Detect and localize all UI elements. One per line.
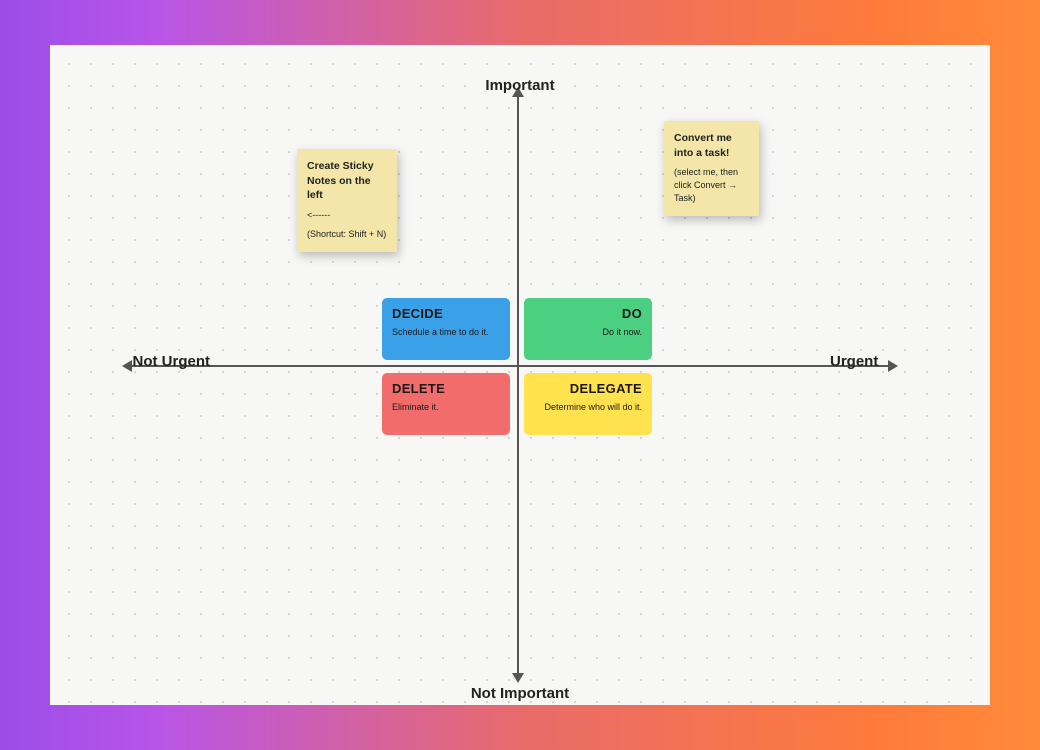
quadrant-subtitle: Determine who will do it. bbox=[534, 402, 642, 412]
quadrant-title: DO bbox=[534, 306, 642, 321]
quadrant-delegate[interactable]: DELEGATE Determine who will do it. bbox=[524, 373, 652, 435]
canvas-dot-grid[interactable]: Important Not Important Not Urgent Urgen… bbox=[50, 45, 990, 705]
quadrant-subtitle: Do it now. bbox=[534, 327, 642, 337]
axis-horizontal bbox=[130, 365, 890, 367]
axis-label-left: Not Urgent bbox=[120, 353, 220, 370]
quadrant-title: DELETE bbox=[392, 381, 500, 396]
sticky-arrow: <------ bbox=[307, 209, 387, 222]
sticky-note-convert[interactable]: Convert me into a task! (select me, then… bbox=[664, 121, 759, 216]
sticky-title: Create Sticky Notes on the left bbox=[307, 159, 387, 203]
quadrant-do[interactable]: DO Do it now. bbox=[524, 298, 652, 360]
quadrant-delete[interactable]: DELETE Eliminate it. bbox=[382, 373, 510, 435]
axis-vertical bbox=[517, 95, 519, 675]
quadrant-subtitle: Eliminate it. bbox=[392, 402, 500, 412]
quadrant-title: DELEGATE bbox=[534, 381, 642, 396]
sticky-hint: (Shortcut: Shift + N) bbox=[307, 228, 387, 241]
axis-label-top: Important bbox=[470, 77, 570, 94]
quadrant-subtitle: Schedule a time to do it. bbox=[392, 327, 500, 337]
quadrant-title: DECIDE bbox=[392, 306, 500, 321]
arrowhead-down-icon bbox=[512, 673, 524, 683]
sticky-hint: (select me, then click Convert → Task) bbox=[674, 166, 749, 204]
axis-label-bottom: Not Important bbox=[450, 685, 590, 703]
quadrant-decide[interactable]: DECIDE Schedule a time to do it. bbox=[382, 298, 510, 360]
axis-label-right: Urgent bbox=[820, 353, 920, 370]
sticky-note-instructions[interactable]: Create Sticky Notes on the left <------ … bbox=[297, 149, 397, 252]
sticky-title: Convert me into a task! bbox=[674, 131, 749, 160]
